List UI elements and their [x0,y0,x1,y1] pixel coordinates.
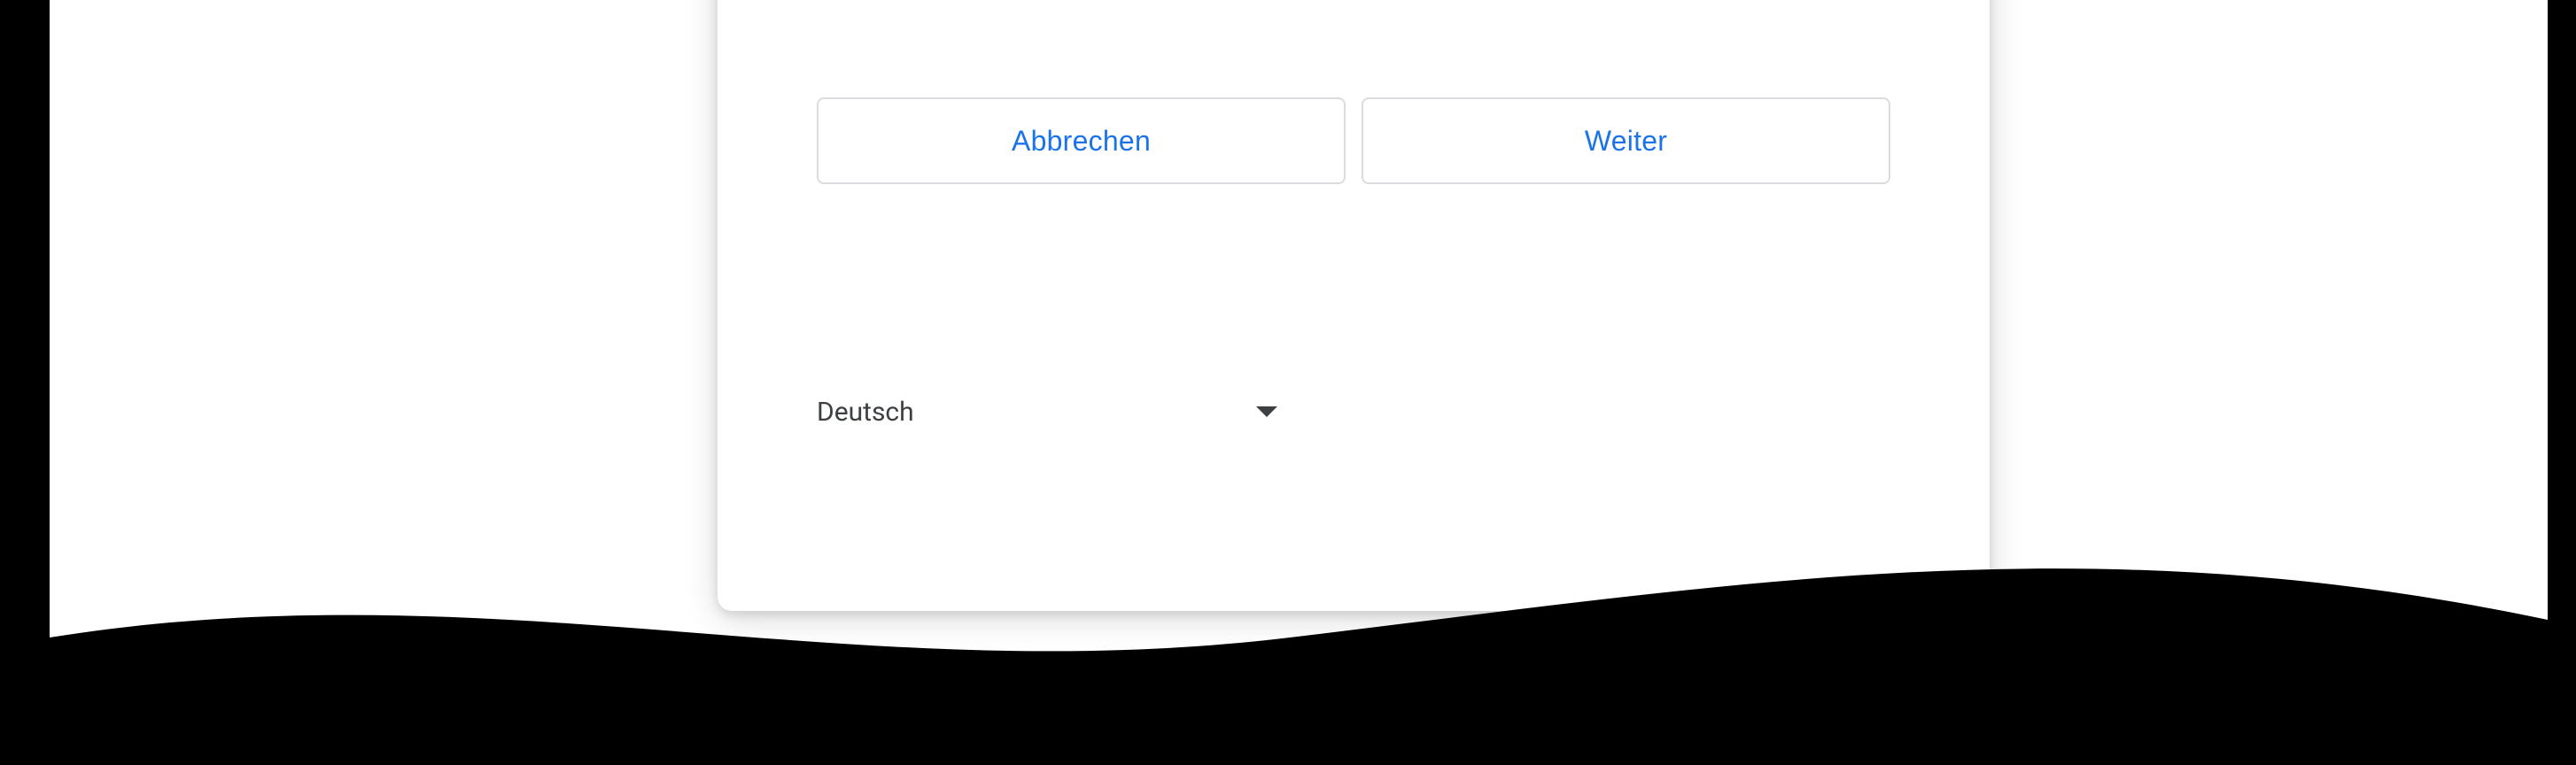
language-select[interactable]: Deutsch [817,390,1277,434]
page-background: Abbrechen Weiter Deutsch [50,0,2548,708]
cancel-button[interactable]: Abbrechen [817,97,1346,184]
language-selected-label: Deutsch [817,397,914,428]
dialog-button-row: Abbrechen Weiter [817,97,1890,184]
chevron-down-icon [1256,406,1277,417]
continue-button[interactable]: Weiter [1362,97,1890,184]
dialog-card: Abbrechen Weiter Deutsch [718,0,1990,611]
